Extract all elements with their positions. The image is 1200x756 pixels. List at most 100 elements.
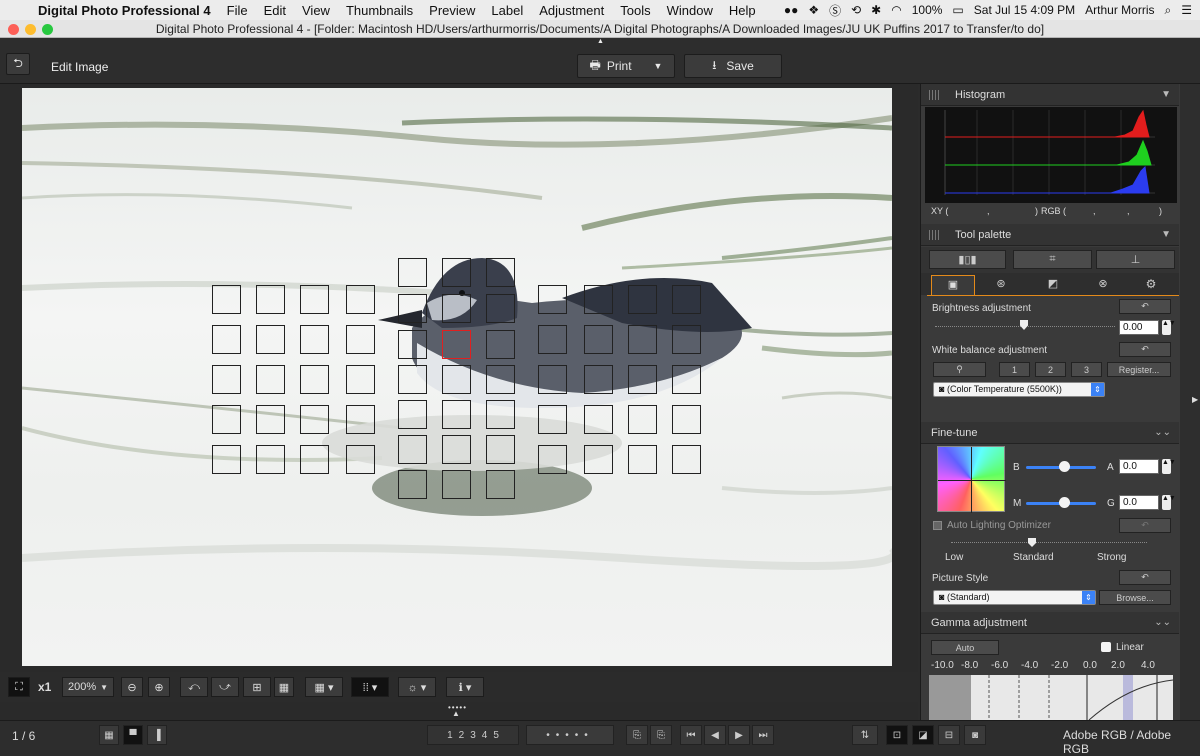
collapse-toolbar-icon[interactable]: ▲	[597, 38, 605, 45]
zoom-1x-button[interactable]: x1	[38, 680, 51, 694]
wb-eyedropper-button[interactable]: ⚲	[933, 362, 986, 377]
check-mark-2-button[interactable]: ⎘	[650, 725, 672, 745]
alo-slider-track[interactable]	[951, 542, 1147, 543]
menu-view[interactable]: View	[302, 3, 330, 18]
panel-layout-3-button[interactable]: ⊟	[938, 725, 960, 745]
zoom-window-button[interactable]	[42, 24, 53, 35]
brightness-reset-button[interactable]: ↶	[1119, 299, 1171, 314]
thumbnail-view-button[interactable]: ▦	[99, 725, 119, 745]
wb-preset-1-button[interactable]: 1	[999, 362, 1030, 377]
rating-3[interactable]: 3	[470, 730, 476, 741]
rating-1[interactable]: 1	[447, 730, 453, 741]
a-value-field[interactable]: 0.0	[1119, 459, 1159, 474]
g-stepper[interactable]: ▲▼	[1162, 495, 1176, 510]
a-stepper[interactable]: ▲▼	[1162, 459, 1176, 474]
brightness-slider-thumb[interactable]	[1020, 320, 1028, 330]
chevron-down-icon[interactable]: ▼	[654, 61, 663, 71]
menu-tools[interactable]: Tools	[620, 3, 650, 18]
sort-button[interactable]: ⇅	[852, 725, 878, 745]
picture-style-reset-button[interactable]: ↶	[1119, 570, 1171, 585]
tab-settings[interactable]: ⚙	[1129, 275, 1173, 295]
side-view-button[interactable]: ▐	[147, 725, 167, 745]
double-chevron-down-icon[interactable]: ⌄⌄	[1154, 617, 1171, 628]
spotlight-search-icon[interactable]: ⌕	[1165, 3, 1172, 18]
color-wheel-grid[interactable]	[937, 446, 1006, 513]
brightness-value-field[interactable]: 0.00	[1119, 320, 1159, 335]
rotate-right-button[interactable]: ⤻	[211, 677, 239, 697]
menu-adjustment[interactable]: Adjustment	[539, 3, 604, 18]
user-name[interactable]: Arthur Morris	[1085, 3, 1154, 17]
dropbox-icon[interactable]: ❖	[808, 3, 819, 17]
grid-toggle-button[interactable]: ▦	[274, 677, 294, 697]
star-rating-dots[interactable]: •••••	[526, 725, 614, 745]
close-window-button[interactable]	[8, 24, 19, 35]
drag-handle-icon[interactable]	[929, 230, 939, 240]
app-menu[interactable]: Digital Photo Professional 4	[38, 3, 211, 18]
gamma-graph[interactable]	[929, 675, 1173, 720]
alo-reset-button[interactable]: ↶	[1119, 518, 1171, 533]
wifi-icon[interactable]: ◠	[891, 3, 901, 17]
rotate-left-button[interactable]: ⤺	[180, 677, 208, 697]
menu-label[interactable]: Label	[491, 3, 523, 18]
camera-button[interactable]: ◙	[964, 725, 986, 745]
double-chevron-down-icon[interactable]: ⌄⌄	[1154, 427, 1171, 438]
crop-tool-button[interactable]: ⌗	[1013, 250, 1092, 269]
brightness-stepper[interactable]: ▲▼	[1162, 320, 1176, 335]
menu-preview[interactable]: Preview	[429, 3, 475, 18]
image-canvas[interactable]	[0, 84, 918, 672]
chevron-up-icon[interactable]: ▲	[452, 709, 460, 718]
zoom-level-select[interactable]: 200% ▼	[62, 677, 114, 697]
info-button[interactable]: ℹ ▾	[446, 677, 484, 697]
chevron-down-icon[interactable]: ▼	[1161, 89, 1171, 100]
zoom-in-button[interactable]: ⊕	[148, 677, 170, 697]
notification-center-icon[interactable]: ☰	[1181, 3, 1192, 17]
alo-checkbox[interactable]	[933, 521, 942, 530]
rating-4[interactable]: 4	[482, 730, 488, 741]
gamma-header[interactable]: Gamma adjustment ⌄⌄	[921, 612, 1179, 634]
time-machine-icon[interactable]: ⟲	[851, 3, 861, 17]
menu-window[interactable]: Window	[667, 3, 713, 18]
menu-file[interactable]: File	[227, 3, 248, 18]
panel-layout-2-button[interactable]: ◪	[912, 725, 934, 745]
wb-reset-button[interactable]: ↶	[1119, 342, 1171, 357]
skype-icon[interactable]: Ⓢ	[829, 2, 841, 19]
linear-checkbox[interactable]	[1101, 642, 1111, 652]
minimize-window-button[interactable]	[25, 24, 36, 35]
g-value-field[interactable]: 0.0	[1119, 495, 1159, 510]
menu-edit[interactable]: Edit	[264, 3, 286, 18]
rating-2[interactable]: 2	[459, 730, 465, 741]
menu-help[interactable]: Help	[729, 3, 756, 18]
menu-thumbnails[interactable]: Thumbnails	[346, 3, 413, 18]
tab-color[interactable]: ⊗	[1081, 275, 1125, 295]
m-slider-thumb[interactable]	[1059, 497, 1070, 508]
bluetooth-icon[interactable]: ✱	[871, 3, 881, 17]
prev-image-button[interactable]: ◀	[704, 725, 726, 745]
print-button[interactable]: 🖶 Print ▼	[577, 54, 675, 78]
adjust-tools-button[interactable]: ▮▯▮	[929, 250, 1006, 269]
tab-curve[interactable]: ◩	[1031, 275, 1075, 295]
compare-button[interactable]: ⊞	[243, 677, 271, 697]
chevron-down-icon[interactable]: ▼	[1161, 229, 1171, 240]
fine-tune-header[interactable]: Fine-tune ⌄⌄	[921, 422, 1179, 444]
wb-preset-2-button[interactable]: 2	[1035, 362, 1066, 377]
save-button[interactable]: ⭳ Save	[684, 54, 782, 78]
check-mark-button[interactable]: ⎘	[626, 725, 648, 745]
back-button[interactable]: ⮌	[6, 53, 30, 75]
highlight-warning-button[interactable]: ☼ ▾	[398, 677, 436, 697]
rating-5[interactable]: 5	[493, 730, 499, 741]
tab-tone[interactable]: ⊛	[979, 275, 1023, 295]
battery-icon[interactable]: ▭	[952, 3, 963, 17]
fit-to-screen-button[interactable]: ⛶	[8, 677, 30, 697]
gamma-auto-button[interactable]: Auto	[931, 640, 999, 655]
binoculars-icon[interactable]: ●●	[784, 3, 799, 17]
drag-handle-icon[interactable]	[929, 90, 939, 100]
panel-layout-1-button[interactable]: ⊡	[886, 725, 908, 745]
wb-select[interactable]: ◙ (Color Temperature (5500K)) ⇕	[933, 382, 1105, 397]
wb-register-button[interactable]: Register...	[1107, 362, 1171, 377]
expand-panel-icon[interactable]: ▶	[1192, 395, 1198, 404]
picture-style-select[interactable]: ◙ (Standard) ⇕	[933, 590, 1096, 605]
alo-slider-thumb[interactable]	[1028, 538, 1036, 547]
tool-palette-header[interactable]: Tool palette ▼	[921, 224, 1179, 246]
stamp-tool-button[interactable]: ⊥	[1096, 250, 1175, 269]
grid-overlay-button[interactable]: ▦ ▾	[305, 677, 343, 697]
